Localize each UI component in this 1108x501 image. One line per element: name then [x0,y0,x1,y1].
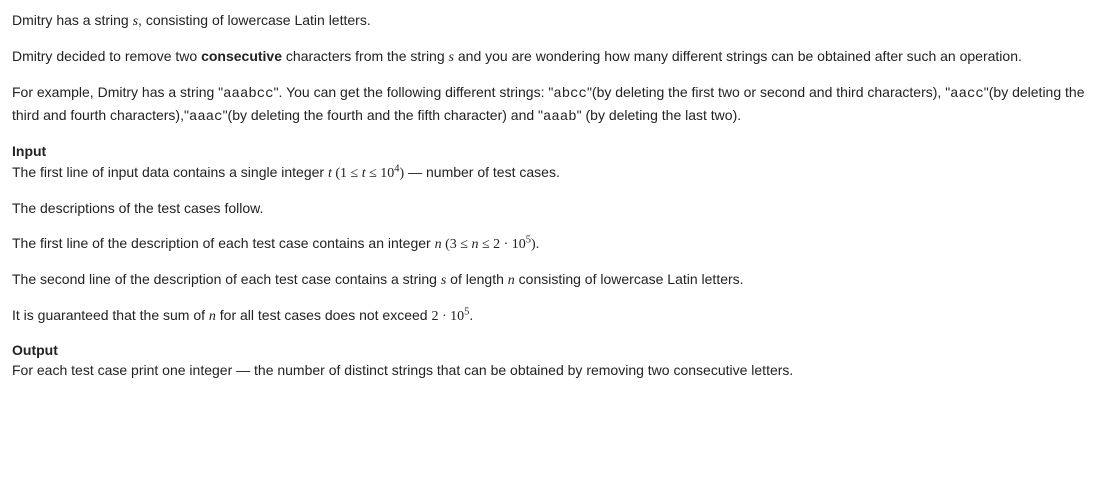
math-lparen: ( [442,237,450,252]
text: — number of test cases. [404,164,560,180]
text: It is guaranteed that the sum of [12,307,209,323]
math-10: 10 [512,237,526,252]
text: of length [446,271,508,287]
text: "(by deleting the fourth and the fifth c… [223,107,543,123]
text: " (by deleting the last two). [577,107,742,123]
text: . [469,307,473,323]
math-rparen: ). [531,237,539,252]
paragraph-4: The first line of input data contains a … [12,162,1096,184]
text: characters from the string [282,48,449,64]
text: Dmitry decided to remove two [12,48,201,64]
text: Dmitry has a string [12,12,133,28]
paragraph-5: The descriptions of the test cases follo… [12,198,1096,219]
code-aaac: aaac [189,109,223,125]
paragraph-8: It is guaranteed that the sum of n for a… [12,305,1096,327]
paragraph-2: Dmitry decided to remove two consecutive… [12,46,1096,68]
paragraph-9: For each test case print one integer — t… [12,360,1096,381]
var-n: n [435,237,442,252]
text: and you are wondering how many different… [454,48,1022,64]
text: for all test cases does not exceed [216,307,432,323]
math-10: 10 [380,166,394,181]
math-dot: · [438,309,450,324]
paragraph-1: Dmitry has a string s, consisting of low… [12,10,1096,32]
code-aacc: aacc [950,86,984,102]
math-le: ≤ [366,166,381,181]
paragraph-6: The first line of the description of eac… [12,233,1096,255]
text: For example, Dmitry has a string " [12,84,223,100]
text: , consisting of lowercase Latin letters. [138,12,371,28]
math-dot: · [500,237,512,252]
paragraph-7: The second line of the description of ea… [12,269,1096,291]
math-le: ≤ [347,166,362,181]
math-le: ≤ [478,237,493,252]
text: The first line of the description of eac… [12,235,435,251]
paragraph-3: For example, Dmitry has a string "aaabcc… [12,82,1096,128]
code-aaab: aaab [543,109,577,125]
math-lparen: ( [332,166,340,181]
math-1: 1 [340,166,347,181]
math-10: 10 [450,309,464,324]
var-n: n [209,309,216,324]
output-heading: Output [12,341,1096,361]
text: consisting of lowercase Latin letters. [515,271,744,287]
var-n: n [508,273,515,288]
math-3: 3 [450,237,457,252]
code-abcc: abcc [553,86,587,102]
text: The first line of input data contains a … [12,164,328,180]
math-le: ≤ [457,237,472,252]
input-heading: Input [12,142,1096,162]
text: ". You can get the following different s… [274,84,554,100]
code-aaabcc: aaabcc [223,86,273,102]
text: The second line of the description of ea… [12,271,441,287]
bold-consecutive: consecutive [201,48,282,64]
text: "(by deleting the first two or second an… [587,84,950,100]
